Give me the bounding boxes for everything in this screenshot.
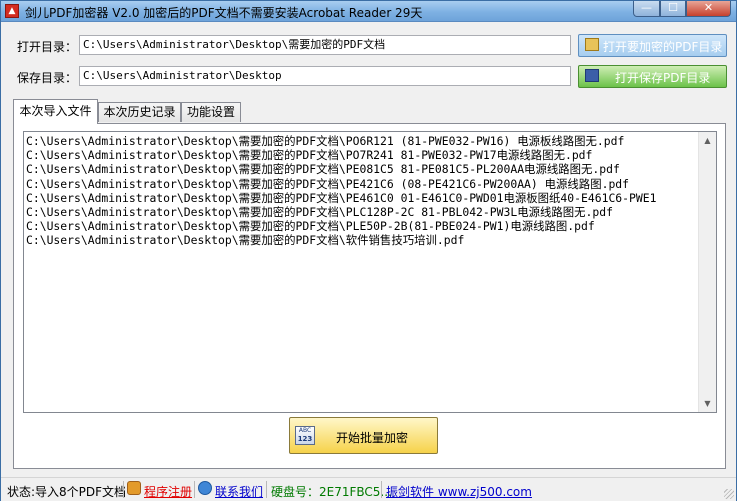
maximize-icon: ☐: [668, 1, 678, 14]
status-import-count: 状态:导入8个PDF文档: [7, 485, 127, 499]
title-bar: ▲ 剑儿PDF加密器 V2.0 加密后的PDF文档不需要安装Acrobat Re…: [1, 1, 736, 22]
status-divider: [194, 481, 195, 498]
abc-icon-top: ABC: [298, 427, 312, 434]
minimize-button[interactable]: —: [633, 1, 660, 17]
tab-current-import[interactable]: 本次导入文件: [13, 99, 98, 124]
resize-grip[interactable]: [724, 489, 734, 499]
folder-icon: [585, 38, 599, 51]
list-item[interactable]: C:\Users\Administrator\Desktop\需要加密的PDF文…: [26, 134, 700, 148]
abc-icon-bottom: 123: [297, 435, 313, 443]
contact-people-icon: [198, 481, 212, 495]
status-divider: [266, 481, 267, 498]
contact-us-link[interactable]: 联系我们: [215, 483, 263, 500]
close-button[interactable]: ✕: [686, 1, 731, 17]
scroll-down-arrow-icon[interactable]: ▼: [699, 395, 716, 412]
open-save-dir-button[interactable]: 打开保存PDF目录: [578, 65, 727, 88]
abc-123-icon: ABC 123: [295, 426, 315, 445]
start-batch-encrypt-button[interactable]: ABC 123 开始批量加密: [289, 417, 438, 454]
open-dir-label: 打开目录：: [17, 40, 78, 54]
list-item[interactable]: C:\Users\Administrator\Desktop\需要加密的PDF文…: [26, 205, 700, 219]
status-bar: 状态:导入8个PDF文档 程序注册 联系我们 硬盘号：2E71FBC5... 振…: [1, 477, 736, 501]
list-item[interactable]: C:\Users\Administrator\Desktop\需要加密的PDF文…: [26, 219, 700, 233]
tab-history[interactable]: 本次历史记录: [98, 102, 181, 122]
list-item[interactable]: C:\Users\Administrator\Desktop\需要加密的PDF文…: [26, 162, 700, 176]
open-dir-field[interactable]: C:\Users\Administrator\Desktop\需要加密的PDF文…: [79, 35, 571, 55]
status-divider: [123, 481, 124, 498]
status-divider: [381, 481, 382, 498]
list-item[interactable]: C:\Users\Administrator\Desktop\需要加密的PDF文…: [26, 177, 700, 191]
close-icon: ✕: [703, 1, 714, 14]
list-item[interactable]: C:\Users\Administrator\Desktop\需要加密的PDF文…: [26, 148, 700, 162]
app-window: ▲ 剑儿PDF加密器 V2.0 加密后的PDF文档不需要安装Acrobat Re…: [0, 0, 737, 501]
list-item[interactable]: C:\Users\Administrator\Desktop\需要加密的PDF文…: [26, 233, 700, 247]
disk-serial-text: 硬盘号：2E71FBC5...: [271, 485, 392, 499]
minimize-icon: —: [641, 1, 652, 14]
open-pdf-dir-button-label: 打开要加密的PDF目录: [603, 40, 723, 54]
open-pdf-dir-button[interactable]: 打开要加密的PDF目录: [578, 34, 727, 57]
file-list-items: C:\Users\Administrator\Desktop\需要加密的PDF文…: [26, 134, 700, 410]
save-dir-label: 保存目录：: [17, 71, 78, 85]
save-disk-icon: [585, 69, 599, 82]
shield-icon: [127, 481, 141, 495]
imported-file-list[interactable]: C:\Users\Administrator\Desktop\需要加密的PDF文…: [23, 131, 717, 413]
scroll-up-arrow-icon[interactable]: ▲: [699, 132, 716, 149]
pdf-app-icon: ▲: [5, 4, 19, 18]
window-title: 剑儿PDF加密器 V2.0 加密后的PDF文档不需要安装Acrobat Read…: [25, 6, 423, 20]
open-save-dir-button-label: 打开保存PDF目录: [615, 71, 711, 85]
save-dir-field[interactable]: C:\Users\Administrator\Desktop: [79, 66, 571, 86]
start-batch-encrypt-label: 开始批量加密: [336, 431, 409, 445]
maximize-button[interactable]: ☐: [660, 1, 686, 17]
register-link[interactable]: 程序注册: [144, 483, 192, 500]
website-link[interactable]: 振剑软件 www.zj500.com: [386, 483, 532, 500]
tab-settings[interactable]: 功能设置: [181, 102, 241, 122]
vertical-scrollbar[interactable]: ▲ ▼: [698, 132, 716, 412]
list-item[interactable]: C:\Users\Administrator\Desktop\需要加密的PDF文…: [26, 191, 700, 205]
